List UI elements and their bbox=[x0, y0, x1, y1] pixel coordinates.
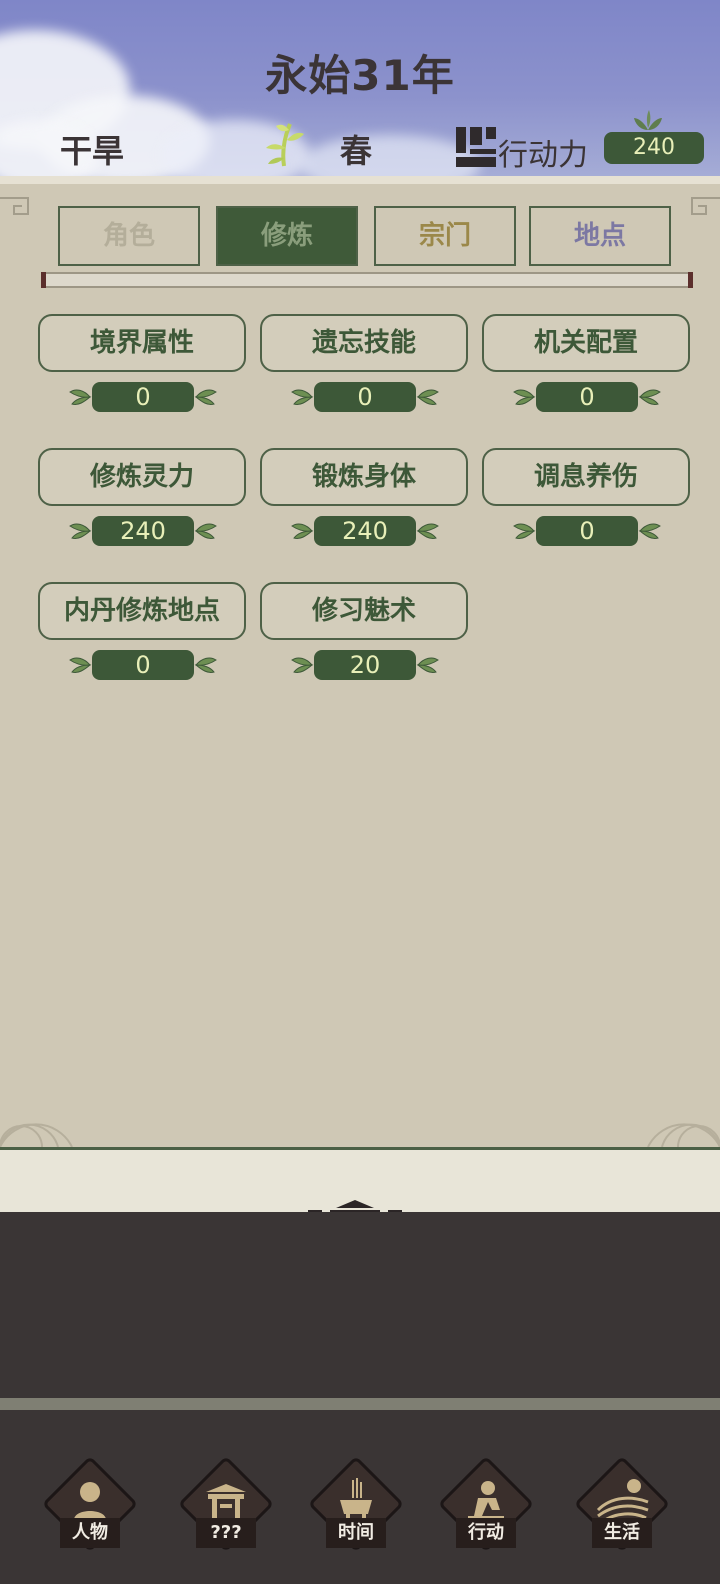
nav-button-time[interactable]: 时间 bbox=[304, 1454, 408, 1564]
status-header: 永始31年 干旱 春 行动力 240 bbox=[0, 0, 720, 176]
skill-counter: 0 bbox=[290, 380, 440, 414]
season-plant-icon bbox=[266, 123, 304, 167]
skill-counter: 0 bbox=[68, 380, 218, 414]
leaf-left-icon bbox=[69, 523, 92, 539]
cloud bbox=[300, 135, 480, 176]
action-points-label: 行动力 bbox=[498, 138, 588, 173]
skill-value: 0 bbox=[536, 382, 638, 412]
nav-button-unknown[interactable]: ??? bbox=[174, 1454, 278, 1564]
scroll-divider bbox=[41, 272, 693, 288]
season-label: 春 bbox=[340, 132, 373, 170]
skill-button-heal[interactable]: 调息养伤 bbox=[482, 448, 690, 506]
skill-counter: 0 bbox=[512, 514, 662, 548]
leaf-right-icon bbox=[638, 389, 661, 405]
leaf-left-icon bbox=[291, 389, 314, 405]
leaf-left-icon bbox=[69, 389, 92, 405]
skill-button-inner-core[interactable]: 内丹修炼地点 bbox=[38, 582, 246, 640]
leaf-left-icon bbox=[513, 389, 536, 405]
nav-label: 人物 bbox=[60, 1518, 120, 1548]
skill-counter: 0 bbox=[68, 648, 218, 682]
leaf-right-icon bbox=[638, 523, 661, 539]
skill-value: 0 bbox=[92, 382, 194, 412]
wave-ornament-icon bbox=[647, 1123, 720, 1147]
tab-location[interactable]: 地点 bbox=[529, 206, 671, 266]
skill-counter: 20 bbox=[290, 648, 440, 682]
action-points-icon bbox=[456, 127, 496, 167]
skill-value: 240 bbox=[314, 516, 416, 546]
skill-button-charm[interactable]: 修习魅术 bbox=[260, 582, 468, 640]
skill-button-spirit[interactable]: 修炼灵力 bbox=[38, 448, 246, 506]
event-log-area bbox=[0, 1212, 720, 1398]
nav-button-character[interactable]: 人物 bbox=[38, 1454, 142, 1564]
nav-label: 行动 bbox=[456, 1518, 516, 1548]
nav-button-life[interactable]: 生活 bbox=[570, 1454, 674, 1564]
skill-button-forget[interactable]: 遗忘技能 bbox=[260, 314, 468, 372]
cultivation-panel: 角色 修炼 宗门 地点 境界属性 遗忘技能 机关配置 0 0 0 修炼灵力 锻炼… bbox=[0, 176, 720, 1150]
skill-button-body[interactable]: 锻炼身体 bbox=[260, 448, 468, 506]
skill-value: 0 bbox=[536, 516, 638, 546]
corner-ornament-icon bbox=[691, 197, 720, 215]
leaf-left-icon bbox=[291, 657, 314, 673]
leaf-right-icon bbox=[194, 657, 217, 673]
nav-label: 生活 bbox=[592, 1518, 652, 1548]
wave-ornament-icon bbox=[0, 1123, 73, 1147]
skill-value: 0 bbox=[92, 650, 194, 680]
skill-value: 240 bbox=[92, 516, 194, 546]
tab-cultivation[interactable]: 修炼 bbox=[216, 206, 358, 266]
leaf-right-icon bbox=[416, 657, 439, 673]
nav-button-action[interactable]: 行动 bbox=[434, 1454, 538, 1564]
leaf-right-icon bbox=[194, 389, 217, 405]
action-points-value: 240 bbox=[604, 132, 704, 164]
skill-button-mechanism[interactable]: 机关配置 bbox=[482, 314, 690, 372]
divider-strip bbox=[0, 1398, 720, 1410]
nav-label: ??? bbox=[196, 1518, 256, 1548]
leaf-right-icon bbox=[416, 523, 439, 539]
skill-counter: 240 bbox=[68, 514, 218, 548]
leaf-icon bbox=[634, 110, 662, 130]
leaf-left-icon bbox=[291, 523, 314, 539]
skill-button-realm[interactable]: 境界属性 bbox=[38, 314, 246, 372]
leaf-right-icon bbox=[416, 389, 439, 405]
year-title: 永始31年 bbox=[265, 51, 455, 100]
skill-counter: 0 bbox=[512, 380, 662, 414]
skill-counter: 240 bbox=[290, 514, 440, 548]
skill-value: 0 bbox=[314, 382, 416, 412]
pagoda-roof-icon[interactable] bbox=[306, 1200, 404, 1212]
leaf-left-icon bbox=[69, 657, 92, 673]
leaf-left-icon bbox=[513, 523, 536, 539]
leaf-right-icon bbox=[194, 523, 217, 539]
tab-sect[interactable]: 宗门 bbox=[374, 206, 516, 266]
nav-label: 时间 bbox=[326, 1518, 386, 1548]
skill-value: 20 bbox=[314, 650, 416, 680]
tab-role[interactable]: 角色 bbox=[58, 206, 200, 266]
weather-label: 干旱 bbox=[60, 132, 125, 170]
corner-ornament-icon bbox=[0, 197, 29, 215]
